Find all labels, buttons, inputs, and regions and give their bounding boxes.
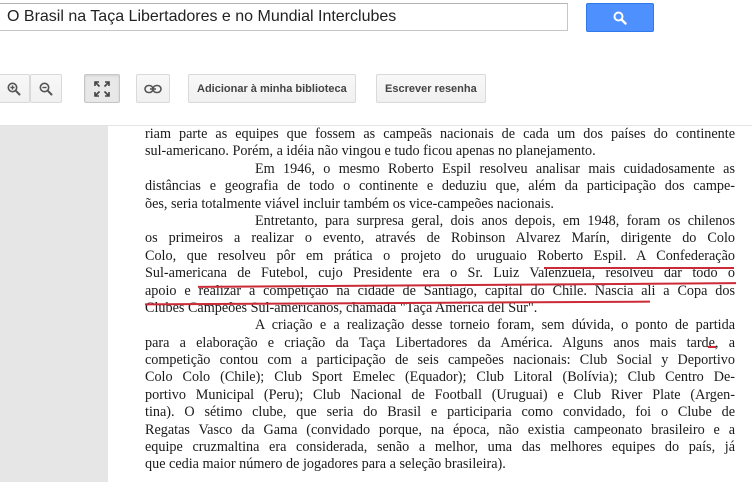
write-review-button[interactable]: Escrever resenha: [376, 74, 486, 103]
highlight-underline: [544, 267, 734, 269]
zoom-in-icon: [7, 82, 21, 95]
fullscreen-button[interactable]: [84, 74, 120, 103]
search-input[interactable]: [0, 3, 568, 31]
book-viewer: Adicionar à minha biblioteca Escrever re…: [0, 0, 752, 482]
text-line: Colo Colo (Chile); Club Sport Emelec (Eq…: [145, 369, 735, 386]
text-line: distâncias e geografia de todo o contine…: [145, 178, 735, 195]
text-line: riam parte as equipes que fossem as camp…: [145, 126, 735, 142]
text-line: que cedia maior número de jogadores para…: [145, 456, 506, 473]
text-line: sul-americano. Porém, a idéia não vingou…: [145, 143, 596, 160]
book-content-area: riam parte as equipes que fossem as camp…: [0, 126, 752, 482]
text-line: para a elaboração e criação da Taça Libe…: [145, 334, 735, 351]
page-gutter: [0, 126, 108, 482]
text-line: equipe cruzmaltina era considerada, senã…: [145, 439, 735, 456]
text-line: ões, seria totalmente viável incluir tam…: [145, 195, 554, 212]
search-button[interactable]: [586, 3, 654, 32]
text-line: portivo Municipal (Peru); Club Nacional …: [145, 386, 735, 403]
text-line: os primeiros a realizar o evento, atravé…: [145, 230, 735, 247]
viewer-toolbar: Adicionar à minha biblioteca Escrever re…: [0, 56, 752, 126]
write-review-label: Escrever resenha: [385, 82, 477, 95]
text-line: tina). O sétimo clube, que seria do Bras…: [145, 404, 735, 421]
book-page[interactable]: riam parte as equipes que fossem as camp…: [108, 126, 752, 482]
text-line: Colo, que resolveu pôr em prática o proj…: [145, 247, 735, 264]
link-button[interactable]: [136, 74, 170, 103]
add-to-library-button[interactable]: Adicionar à minha biblioteca: [188, 74, 356, 103]
zoom-in-button[interactable]: [0, 74, 30, 103]
text-line: Entretanto, para surpresa geral, dois an…: [255, 212, 735, 229]
text-line: competição contou com a participação de …: [145, 352, 735, 369]
add-to-library-label: Adicionar à minha biblioteca: [197, 82, 347, 95]
search-bar: [0, 0, 752, 40]
link-icon: [144, 84, 162, 93]
fullscreen-icon: [94, 80, 110, 97]
text-line: A criação e a realização desse torneio f…: [255, 317, 735, 334]
text-line: Em 1946, o mesmo Roberto Espil resolveu …: [255, 160, 735, 177]
annotation-mark: [708, 346, 716, 348]
text-line: Regatas Vasco da Gama (convidado porque,…: [145, 421, 735, 438]
zoom-out-icon: [39, 82, 53, 95]
search-icon: [613, 11, 627, 25]
zoom-out-button[interactable]: [30, 74, 62, 103]
